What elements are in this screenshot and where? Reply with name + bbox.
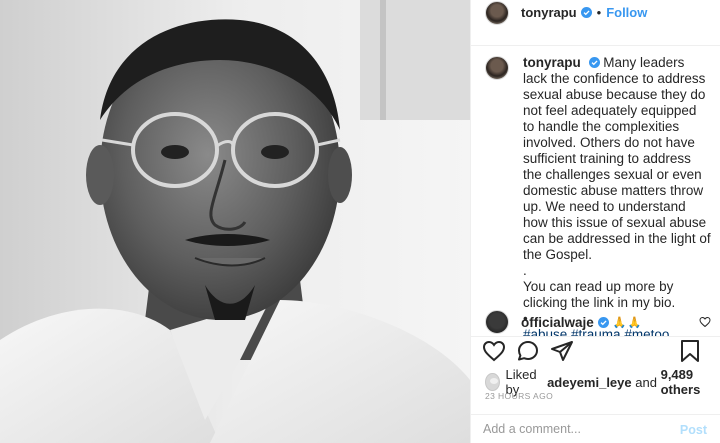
- post-photo[interactable]: [0, 0, 470, 443]
- verified-badge-icon: [588, 57, 600, 68]
- likes-others-link[interactable]: 9,489 others: [661, 367, 720, 397]
- caption-text: Many leaders lack the confidence to addr…: [523, 55, 711, 326]
- author-avatar[interactable]: [485, 0, 509, 25]
- commenter-avatar[interactable]: [485, 310, 509, 334]
- caption-username[interactable]: tonyrapu: [523, 55, 581, 70]
- follow-button[interactable]: Follow: [606, 5, 647, 20]
- comment-button[interactable]: [515, 338, 541, 364]
- comment-icon: [518, 341, 538, 361]
- comment-item: officialwaje 🙏🙏: [485, 310, 720, 334]
- liker-username[interactable]: adeyemi_leye: [547, 375, 632, 390]
- share-button[interactable]: [549, 338, 575, 364]
- bookmark-icon: [681, 340, 699, 362]
- heart-icon: [482, 340, 506, 362]
- action-bar: [481, 336, 711, 366]
- separator-dot: •: [596, 5, 602, 20]
- save-button[interactable]: [677, 338, 703, 364]
- like-button[interactable]: [481, 338, 507, 364]
- liker-avatar[interactable]: [485, 373, 500, 391]
- add-comment-bar: Post: [471, 414, 720, 443]
- post-timestamp[interactable]: 23 HOURS AGO: [485, 391, 553, 401]
- comment-heart-icon[interactable]: [699, 316, 711, 328]
- portrait-image: [0, 0, 470, 443]
- post-sidebar: tonyrapu • Follow tonyrapu Many leaders …: [470, 0, 720, 443]
- share-icon: [551, 341, 573, 361]
- likes-connector: and: [635, 374, 657, 390]
- verified-badge-icon: [580, 7, 592, 18]
- post-button[interactable]: Post: [680, 423, 707, 437]
- author-username[interactable]: tonyrapu: [521, 5, 577, 20]
- verified-badge-icon: [597, 316, 609, 328]
- caption: tonyrapu Many leaders lack the confidenc…: [471, 46, 720, 336]
- comment-text: 🙏🙏: [612, 316, 643, 329]
- comment-input[interactable]: [483, 422, 673, 436]
- commenter-username[interactable]: officialwaje: [521, 315, 594, 330]
- comments-section[interactable]: tonyrapu Many leaders lack the confidenc…: [471, 46, 720, 336]
- caption-avatar[interactable]: [485, 56, 509, 80]
- post-header: tonyrapu • Follow: [471, 0, 720, 25]
